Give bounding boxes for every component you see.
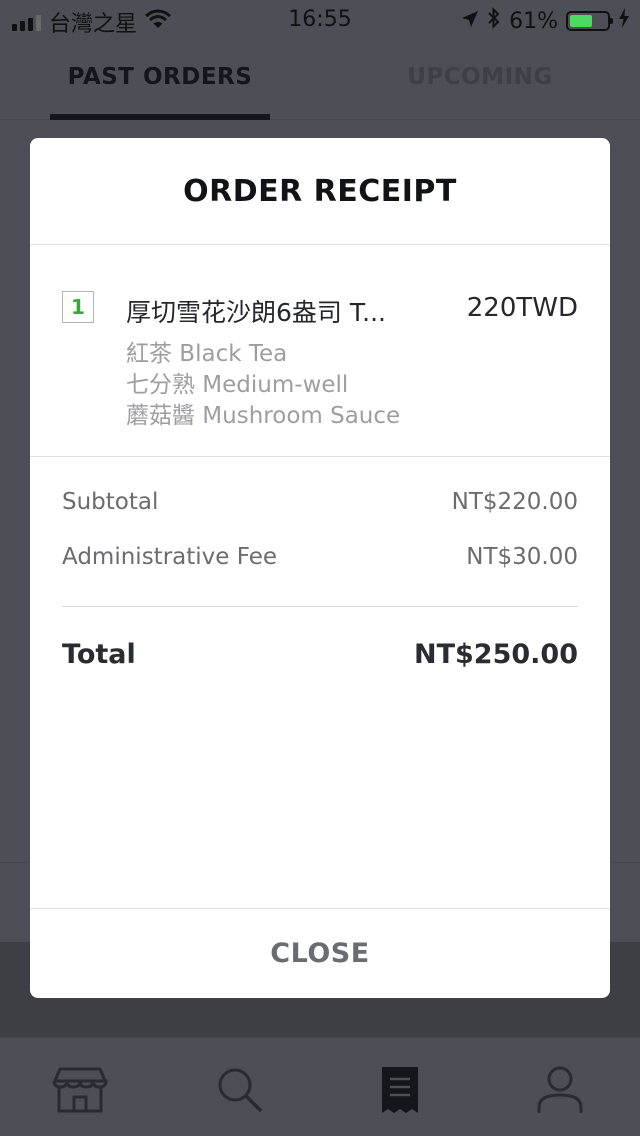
item-price: 220TWD — [466, 293, 578, 323]
total-row: Total NT$250.00 — [62, 639, 578, 670]
search-icon — [216, 1066, 264, 1118]
order-tabs: PAST ORDERS UPCOMING — [0, 40, 640, 120]
close-button[interactable]: CLOSE — [270, 938, 369, 969]
nav-profile[interactable] — [530, 1062, 590, 1122]
item-modifiers: 紅茶 Black Tea 七分熟 Medium-well 蘑菇醬 Mushroo… — [126, 339, 400, 432]
subtotal-value: NT$220.00 — [451, 489, 578, 515]
nav-orders[interactable] — [370, 1062, 430, 1122]
battery-percent: 61% — [509, 8, 558, 34]
subtotal-row: Subtotal NT$220.00 — [62, 489, 578, 515]
order-item-row: 1 厚切雪花沙朗6盎司 T... 220TWD 紅茶 Black Tea 七分熟… — [30, 245, 610, 457]
status-bar: 台灣之星 16:55 61% — [0, 0, 640, 40]
active-tab-indicator — [50, 114, 270, 120]
bluetooth-icon — [487, 7, 501, 35]
total-label: Total — [62, 639, 136, 670]
item-quantity-badge: 1 — [62, 291, 94, 323]
status-right: 61% — [461, 7, 630, 35]
charging-bolt-icon — [618, 8, 630, 34]
summary-divider — [62, 606, 578, 607]
item-name: 厚切雪花沙朗6盎司 T... — [126, 298, 386, 327]
tab-upcoming[interactable]: UPCOMING — [320, 64, 640, 90]
modal-title: ORDER RECEIPT — [30, 138, 610, 245]
total-value: NT$250.00 — [414, 639, 578, 670]
nav-store[interactable] — [50, 1062, 110, 1122]
profile-icon — [536, 1065, 584, 1119]
bottom-nav — [0, 1037, 640, 1136]
administrative-fee-row: Administrative Fee NT$30.00 — [62, 544, 578, 570]
tab-past-orders[interactable]: PAST ORDERS — [0, 64, 320, 90]
nav-search[interactable] — [210, 1062, 270, 1122]
subtotal-label: Subtotal — [62, 489, 159, 515]
item-modifier: 蘑菇醬 Mushroom Sauce — [126, 403, 401, 429]
modal-footer: CLOSE — [30, 908, 610, 998]
fee-label: Administrative Fee — [62, 544, 277, 570]
battery-icon — [566, 11, 613, 31]
fee-value: NT$30.00 — [466, 544, 578, 570]
order-receipt-modal: ORDER RECEIPT 1 厚切雪花沙朗6盎司 T... 220TWD 紅茶… — [30, 138, 610, 998]
item-modifier: 七分熟 Medium-well — [126, 372, 349, 398]
item-modifier: 紅茶 Black Tea — [126, 341, 288, 367]
store-icon — [51, 1067, 109, 1117]
receipt-icon — [380, 1065, 420, 1119]
location-arrow-icon — [461, 9, 479, 34]
